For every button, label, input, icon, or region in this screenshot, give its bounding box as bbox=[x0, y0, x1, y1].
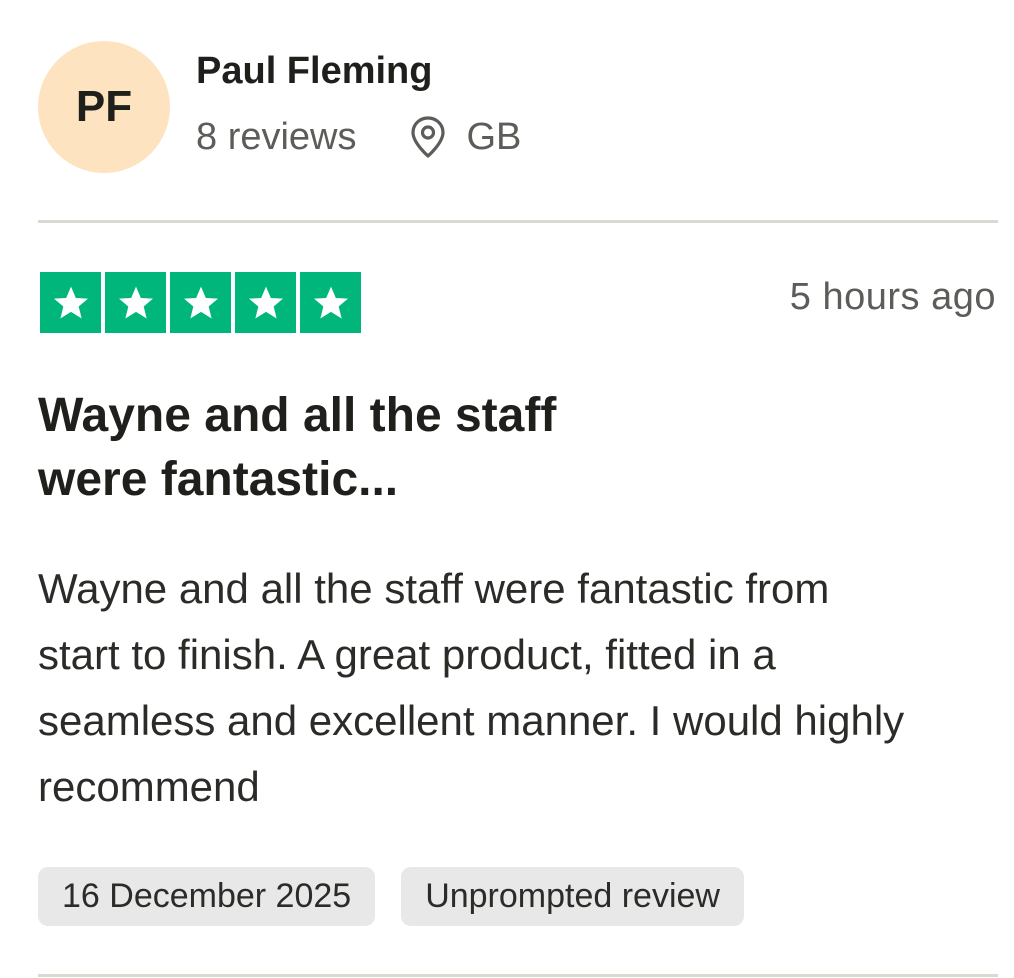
reviewer-meta: 8 reviews GB bbox=[196, 112, 521, 162]
star-icon bbox=[40, 272, 101, 333]
reviewer-location: GB bbox=[466, 115, 522, 158]
star-icon bbox=[105, 272, 166, 333]
divider bbox=[38, 220, 998, 223]
review-card: PF Paul Fleming 8 reviews GB 5 hours ago… bbox=[0, 0, 1014, 978]
reviews-count: 8 reviews bbox=[196, 115, 357, 158]
review-time: 5 hours ago bbox=[789, 276, 996, 318]
star-rating bbox=[40, 272, 361, 333]
star-icon bbox=[300, 272, 361, 333]
review-type-badge[interactable]: Unprompted review bbox=[401, 867, 744, 926]
reviewer-name[interactable]: Paul Fleming bbox=[196, 50, 432, 93]
star-icon bbox=[235, 272, 296, 333]
star-icon bbox=[170, 272, 231, 333]
review-title[interactable]: Wayne and all the staff were fantastic..… bbox=[38, 384, 658, 512]
divider bbox=[38, 974, 998, 977]
map-pin-icon bbox=[409, 115, 447, 159]
avatar[interactable]: PF bbox=[38, 41, 170, 173]
review-tags: 16 December 2025 Unprompted review bbox=[38, 867, 744, 926]
review-body: Wayne and all the staff were fantastic f… bbox=[38, 565, 905, 810]
review-date-badge: 16 December 2025 bbox=[38, 867, 376, 926]
